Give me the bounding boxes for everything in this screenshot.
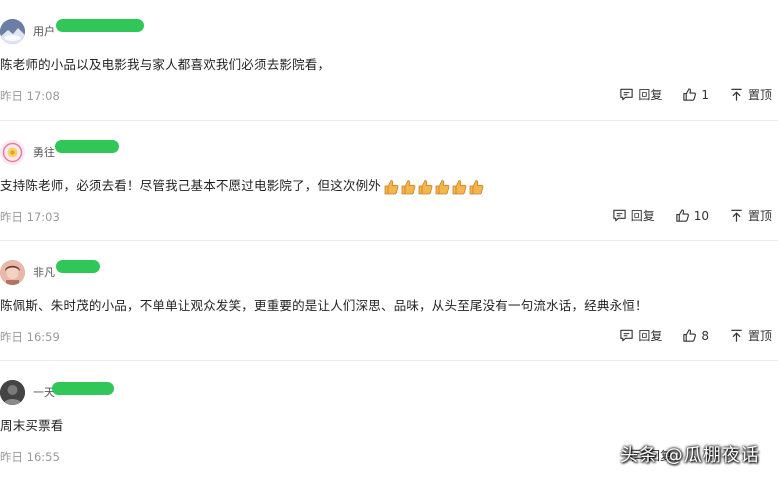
reply-label: 回复 bbox=[638, 88, 663, 102]
reply-button[interactable]: 回复 bbox=[619, 327, 662, 344]
reply-label: 回复 bbox=[638, 329, 663, 343]
like-count: 1 bbox=[701, 87, 709, 102]
user-avatar[interactable] bbox=[0, 379, 25, 405]
thumbs-up-emoji-icon bbox=[384, 179, 399, 194]
pin-top-icon bbox=[731, 329, 742, 342]
comment-user-row: 勇往 bbox=[0, 139, 119, 165]
reply-icon bbox=[620, 88, 634, 101]
watermark: 头条 @瓜棚夜话 bbox=[620, 445, 760, 466]
like-button[interactable]: 10 bbox=[675, 208, 709, 223]
like-count: 10 bbox=[693, 208, 709, 223]
pin-button[interactable]: 置顶 bbox=[729, 327, 772, 344]
redaction-scribble bbox=[55, 140, 119, 153]
emoji-group bbox=[383, 179, 485, 195]
comment-actions: 回复 10 置顶 bbox=[592, 207, 772, 224]
pin-label: 置顶 bbox=[747, 329, 772, 343]
thumbs-up-icon bbox=[683, 88, 697, 101]
username[interactable]: 非凡 bbox=[33, 264, 55, 280]
comment-user-row: 一天 bbox=[0, 379, 114, 405]
comment-text: 陈老师的小品以及电影我与家人都喜欢我们必须去影院看， bbox=[0, 57, 331, 72]
comment-text: 支持陈老师，必须去看！尽管我己基本不愿过电影院了，但这次例外 bbox=[0, 175, 485, 195]
pin-label: 置顶 bbox=[747, 88, 772, 102]
comment-time: 昨日 17:08 bbox=[0, 89, 60, 103]
comment-text: 陈佩斯、朱时茂的小品，不单单让观众发笑，更重要的是让人们深思、品味，从头至尾没有… bbox=[0, 298, 648, 313]
user-avatar[interactable] bbox=[0, 139, 25, 165]
thumbs-up-icon bbox=[683, 329, 697, 342]
username[interactable]: 用户 bbox=[33, 23, 55, 39]
thumbs-up-emoji-icon bbox=[452, 179, 467, 194]
like-button[interactable]: 8 bbox=[682, 328, 709, 343]
girl-avatar-icon bbox=[0, 259, 25, 285]
like-button[interactable]: 1 bbox=[682, 87, 709, 102]
reply-button[interactable]: 回复 bbox=[619, 86, 662, 103]
dark-avatar-icon bbox=[0, 379, 25, 405]
thumbs-up-icon bbox=[676, 209, 689, 222]
comment-item: 用户 陈老师的小品以及电影我与家人都喜欢我们必须去影院看， 昨日 17:08 回… bbox=[0, 0, 778, 120]
redaction-scribble bbox=[56, 260, 100, 273]
pin-label: 置顶 bbox=[747, 209, 772, 223]
comment-time: 昨日 16:55 bbox=[0, 450, 60, 464]
flower-avatar-icon bbox=[0, 139, 25, 165]
reply-button[interactable]: 回复 bbox=[612, 207, 655, 224]
thumbs-up-emoji-icon bbox=[469, 179, 484, 194]
comment-user-row: 用户 bbox=[0, 18, 144, 44]
comment-item: 非凡 陈佩斯、朱时茂的小品，不单单让观众发笑，更重要的是让人们深思、品味，从头至… bbox=[0, 240, 778, 361]
comment-text: 周末买票看 bbox=[0, 418, 64, 433]
pin-top-icon bbox=[731, 88, 742, 101]
pin-top-icon bbox=[731, 209, 742, 222]
user-avatar[interactable] bbox=[0, 259, 25, 285]
comment-time: 昨日 16:59 bbox=[0, 330, 60, 344]
user-avatar[interactable] bbox=[0, 18, 25, 44]
thumbs-up-emoji-icon bbox=[418, 179, 433, 194]
like-count: 8 bbox=[701, 328, 709, 343]
comment-time: 昨日 17:03 bbox=[0, 210, 60, 224]
username[interactable]: 勇往 bbox=[33, 144, 55, 160]
thumbs-up-emoji-icon bbox=[435, 179, 450, 194]
pin-button[interactable]: 置顶 bbox=[729, 86, 772, 103]
comment-user-row: 非凡 bbox=[0, 259, 100, 285]
reply-label: 回复 bbox=[630, 209, 655, 223]
reply-icon bbox=[620, 329, 634, 342]
redaction-scribble bbox=[52, 382, 114, 395]
reply-icon bbox=[613, 209, 626, 222]
thumbs-up-emoji-icon bbox=[401, 179, 416, 194]
comment-item: 勇往 支持陈老师，必须去看！尽管我己基本不愿过电影院了，但这次例外 昨日 17:… bbox=[0, 120, 778, 241]
pin-button[interactable]: 置顶 bbox=[729, 207, 772, 224]
comment-actions: 回复 1 置顶 bbox=[599, 86, 772, 103]
mountain-avatar-icon bbox=[0, 18, 25, 44]
redaction-scribble bbox=[56, 19, 144, 32]
comment-text-body: 支持陈老师，必须去看！尽管我己基本不愿过电影院了，但这次例外 bbox=[0, 178, 382, 193]
comment-actions: 回复 8 置顶 bbox=[599, 327, 772, 344]
